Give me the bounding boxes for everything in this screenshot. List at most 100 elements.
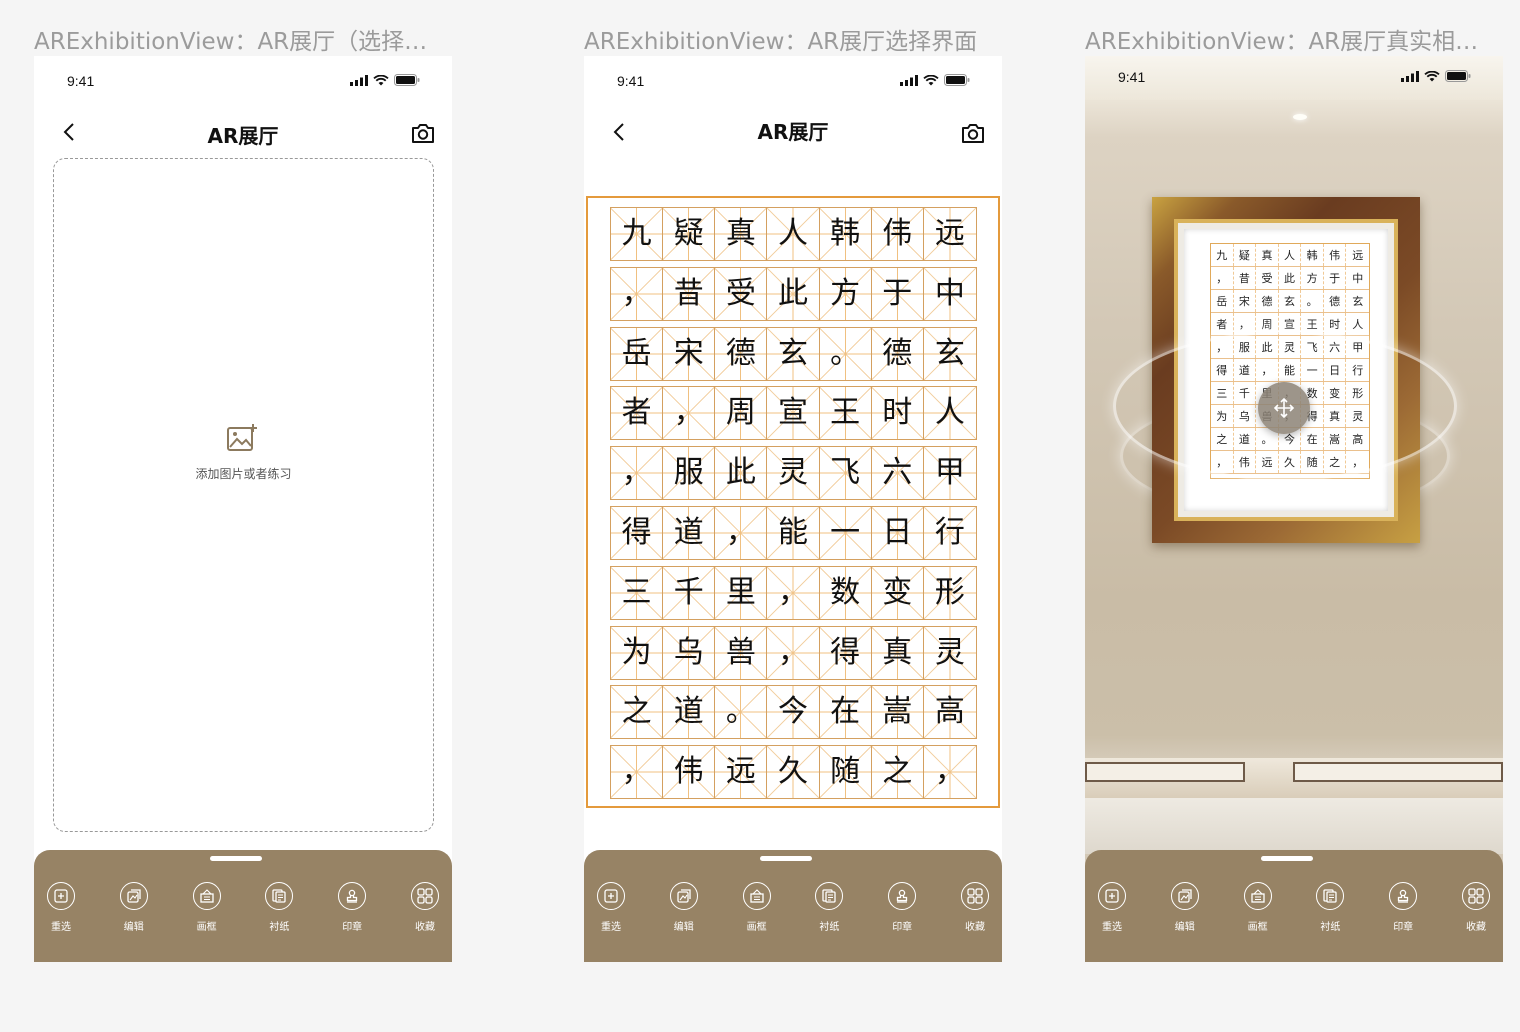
grid-cell: 灵 bbox=[767, 447, 820, 500]
tool-label: 收藏 bbox=[964, 922, 985, 933]
character: 行 bbox=[934, 514, 965, 550]
character: ， bbox=[777, 574, 808, 610]
grid-cell: ， bbox=[611, 746, 664, 799]
character: 灵 bbox=[777, 455, 808, 491]
screen-3-title: ARExhibitionView：AR展厅真实相… bbox=[1085, 29, 1479, 55]
tool-reselect[interactable]: 重选 bbox=[596, 882, 626, 933]
practice-sheet[interactable]: 九疑真人韩伟远，昔受此方于中岳宋德玄。德玄者，周宣王时人，服此灵飞六甲得道，能一… bbox=[586, 196, 1000, 808]
grid-row: 三千里 ， 数变形 bbox=[610, 565, 977, 620]
tool-collection[interactable]: 收藏 bbox=[1461, 882, 1491, 933]
grid-cell: 形 bbox=[923, 566, 976, 619]
tool-label: 编辑 bbox=[123, 922, 144, 933]
tool-label: 画框 bbox=[196, 922, 217, 933]
grid-cell: 宣 bbox=[767, 387, 820, 440]
camera-icon[interactable] bbox=[410, 120, 436, 146]
status-bar: 9:41 bbox=[584, 56, 1002, 100]
character: ， bbox=[725, 514, 756, 550]
grid-cell: 岳 bbox=[611, 327, 664, 380]
tool-edit[interactable]: 编辑 bbox=[1170, 882, 1200, 933]
status-time: 9:41 bbox=[617, 73, 645, 89]
tool-label: 衬纸 bbox=[1320, 922, 1341, 933]
drawer-handle[interactable] bbox=[1261, 856, 1313, 861]
mini-character: 方 bbox=[1301, 267, 1324, 289]
tool-label: 衬纸 bbox=[269, 922, 290, 933]
seal-icon bbox=[338, 882, 367, 910]
character: 人 bbox=[777, 216, 808, 251]
move-handle[interactable] bbox=[1258, 382, 1310, 434]
character: ， bbox=[934, 754, 965, 790]
tool-collection[interactable]: 收藏 bbox=[410, 882, 440, 933]
tool-reselect[interactable]: 重选 bbox=[1097, 882, 1127, 933]
character: 真 bbox=[725, 216, 756, 251]
character: 于 bbox=[882, 275, 913, 311]
tool-label: 收藏 bbox=[414, 922, 435, 933]
tool-seal[interactable]: 印章 bbox=[887, 882, 917, 933]
character: 韩 bbox=[830, 216, 861, 251]
grid-cell: 嵩 bbox=[871, 686, 924, 739]
character: 得 bbox=[830, 634, 861, 670]
reselect-icon bbox=[1098, 882, 1126, 910]
backing-paper-icon bbox=[265, 882, 294, 910]
grid-row: ， 伟远久随之 ， bbox=[610, 745, 977, 800]
tool-frame[interactable]: 画框 bbox=[192, 882, 222, 933]
tool-label: 编辑 bbox=[1174, 922, 1195, 933]
mini-character: 真 bbox=[1256, 244, 1279, 266]
character: 形 bbox=[934, 574, 965, 610]
mini-character: 疑 bbox=[1234, 244, 1257, 266]
mini-character: 德 bbox=[1324, 290, 1347, 312]
character: 。 bbox=[830, 335, 861, 371]
character: 玄 bbox=[777, 335, 808, 371]
grid-cell: 周 bbox=[715, 387, 768, 440]
screen-2-title: ARExhibitionView：AR展厅选择界面 bbox=[584, 29, 978, 55]
tool-backing-paper[interactable]: 衬纸 bbox=[264, 882, 294, 933]
grid-cell: 三 bbox=[611, 566, 664, 619]
tool-backing-paper[interactable]: 衬纸 bbox=[1315, 882, 1345, 933]
camera-icon[interactable] bbox=[960, 120, 986, 146]
grid-cell: 能 bbox=[767, 506, 820, 559]
add-image-area[interactable]: 添加图片或者练习 bbox=[53, 158, 434, 832]
grid-cell: 德 bbox=[871, 327, 924, 380]
mini-character: 受 bbox=[1256, 267, 1279, 289]
tool-backing-paper[interactable]: 衬纸 bbox=[814, 882, 844, 933]
character: 里 bbox=[725, 574, 756, 610]
tool-label: 重选 bbox=[51, 922, 71, 933]
tool-seal[interactable]: 印章 bbox=[1388, 882, 1418, 933]
tool-label: 印章 bbox=[342, 922, 363, 933]
drawer-handle[interactable] bbox=[210, 856, 262, 861]
tool-frame[interactable]: 画框 bbox=[1243, 882, 1273, 933]
grid-cell: 为 bbox=[611, 626, 664, 679]
tool-reselect[interactable]: 重选 bbox=[46, 882, 76, 933]
character: 德 bbox=[725, 335, 756, 371]
phone-screen-2: 9:41 AR展厅 九疑真人韩伟远，昔受此方于中岳宋德玄。德玄者，周宣王时人，服… bbox=[584, 56, 1002, 962]
grid-cell: 者 bbox=[611, 387, 664, 440]
display-case-item bbox=[1293, 762, 1503, 782]
collection-icon bbox=[960, 882, 989, 910]
system-icons bbox=[350, 74, 420, 86]
grid-cell: ， bbox=[611, 447, 664, 500]
character: 三 bbox=[621, 574, 652, 610]
grid-cell: 伟 bbox=[871, 208, 924, 260]
character: 者 bbox=[621, 395, 652, 431]
grid-row: 得道 ， 能一日行 bbox=[610, 505, 977, 560]
tool-edit[interactable]: 编辑 bbox=[119, 882, 149, 933]
battery-icon bbox=[1445, 70, 1471, 82]
character: ， bbox=[621, 275, 652, 311]
character: 飞 bbox=[830, 455, 861, 491]
grid-cell: 千 bbox=[663, 566, 716, 619]
grid-cell: 人 bbox=[923, 387, 976, 440]
display-case-item bbox=[1085, 762, 1245, 782]
drawer-handle[interactable] bbox=[760, 856, 812, 861]
character: 人 bbox=[934, 395, 965, 431]
wifi-icon bbox=[373, 74, 389, 85]
grid-cell: 道 bbox=[663, 506, 716, 559]
mini-character: 人 bbox=[1352, 318, 1364, 331]
grid-row: 者 ， 周宣王时人 bbox=[610, 386, 977, 441]
character: 得 bbox=[621, 514, 652, 550]
tool-seal[interactable]: 印章 bbox=[337, 882, 367, 933]
tool-frame[interactable]: 画框 bbox=[742, 882, 772, 933]
status-bar: 9:41 bbox=[34, 56, 452, 100]
tool-label: 收藏 bbox=[1465, 922, 1486, 933]
tool-edit[interactable]: 编辑 bbox=[669, 882, 699, 933]
grid-cell: 九 bbox=[611, 208, 664, 260]
tool-collection[interactable]: 收藏 bbox=[960, 882, 990, 933]
